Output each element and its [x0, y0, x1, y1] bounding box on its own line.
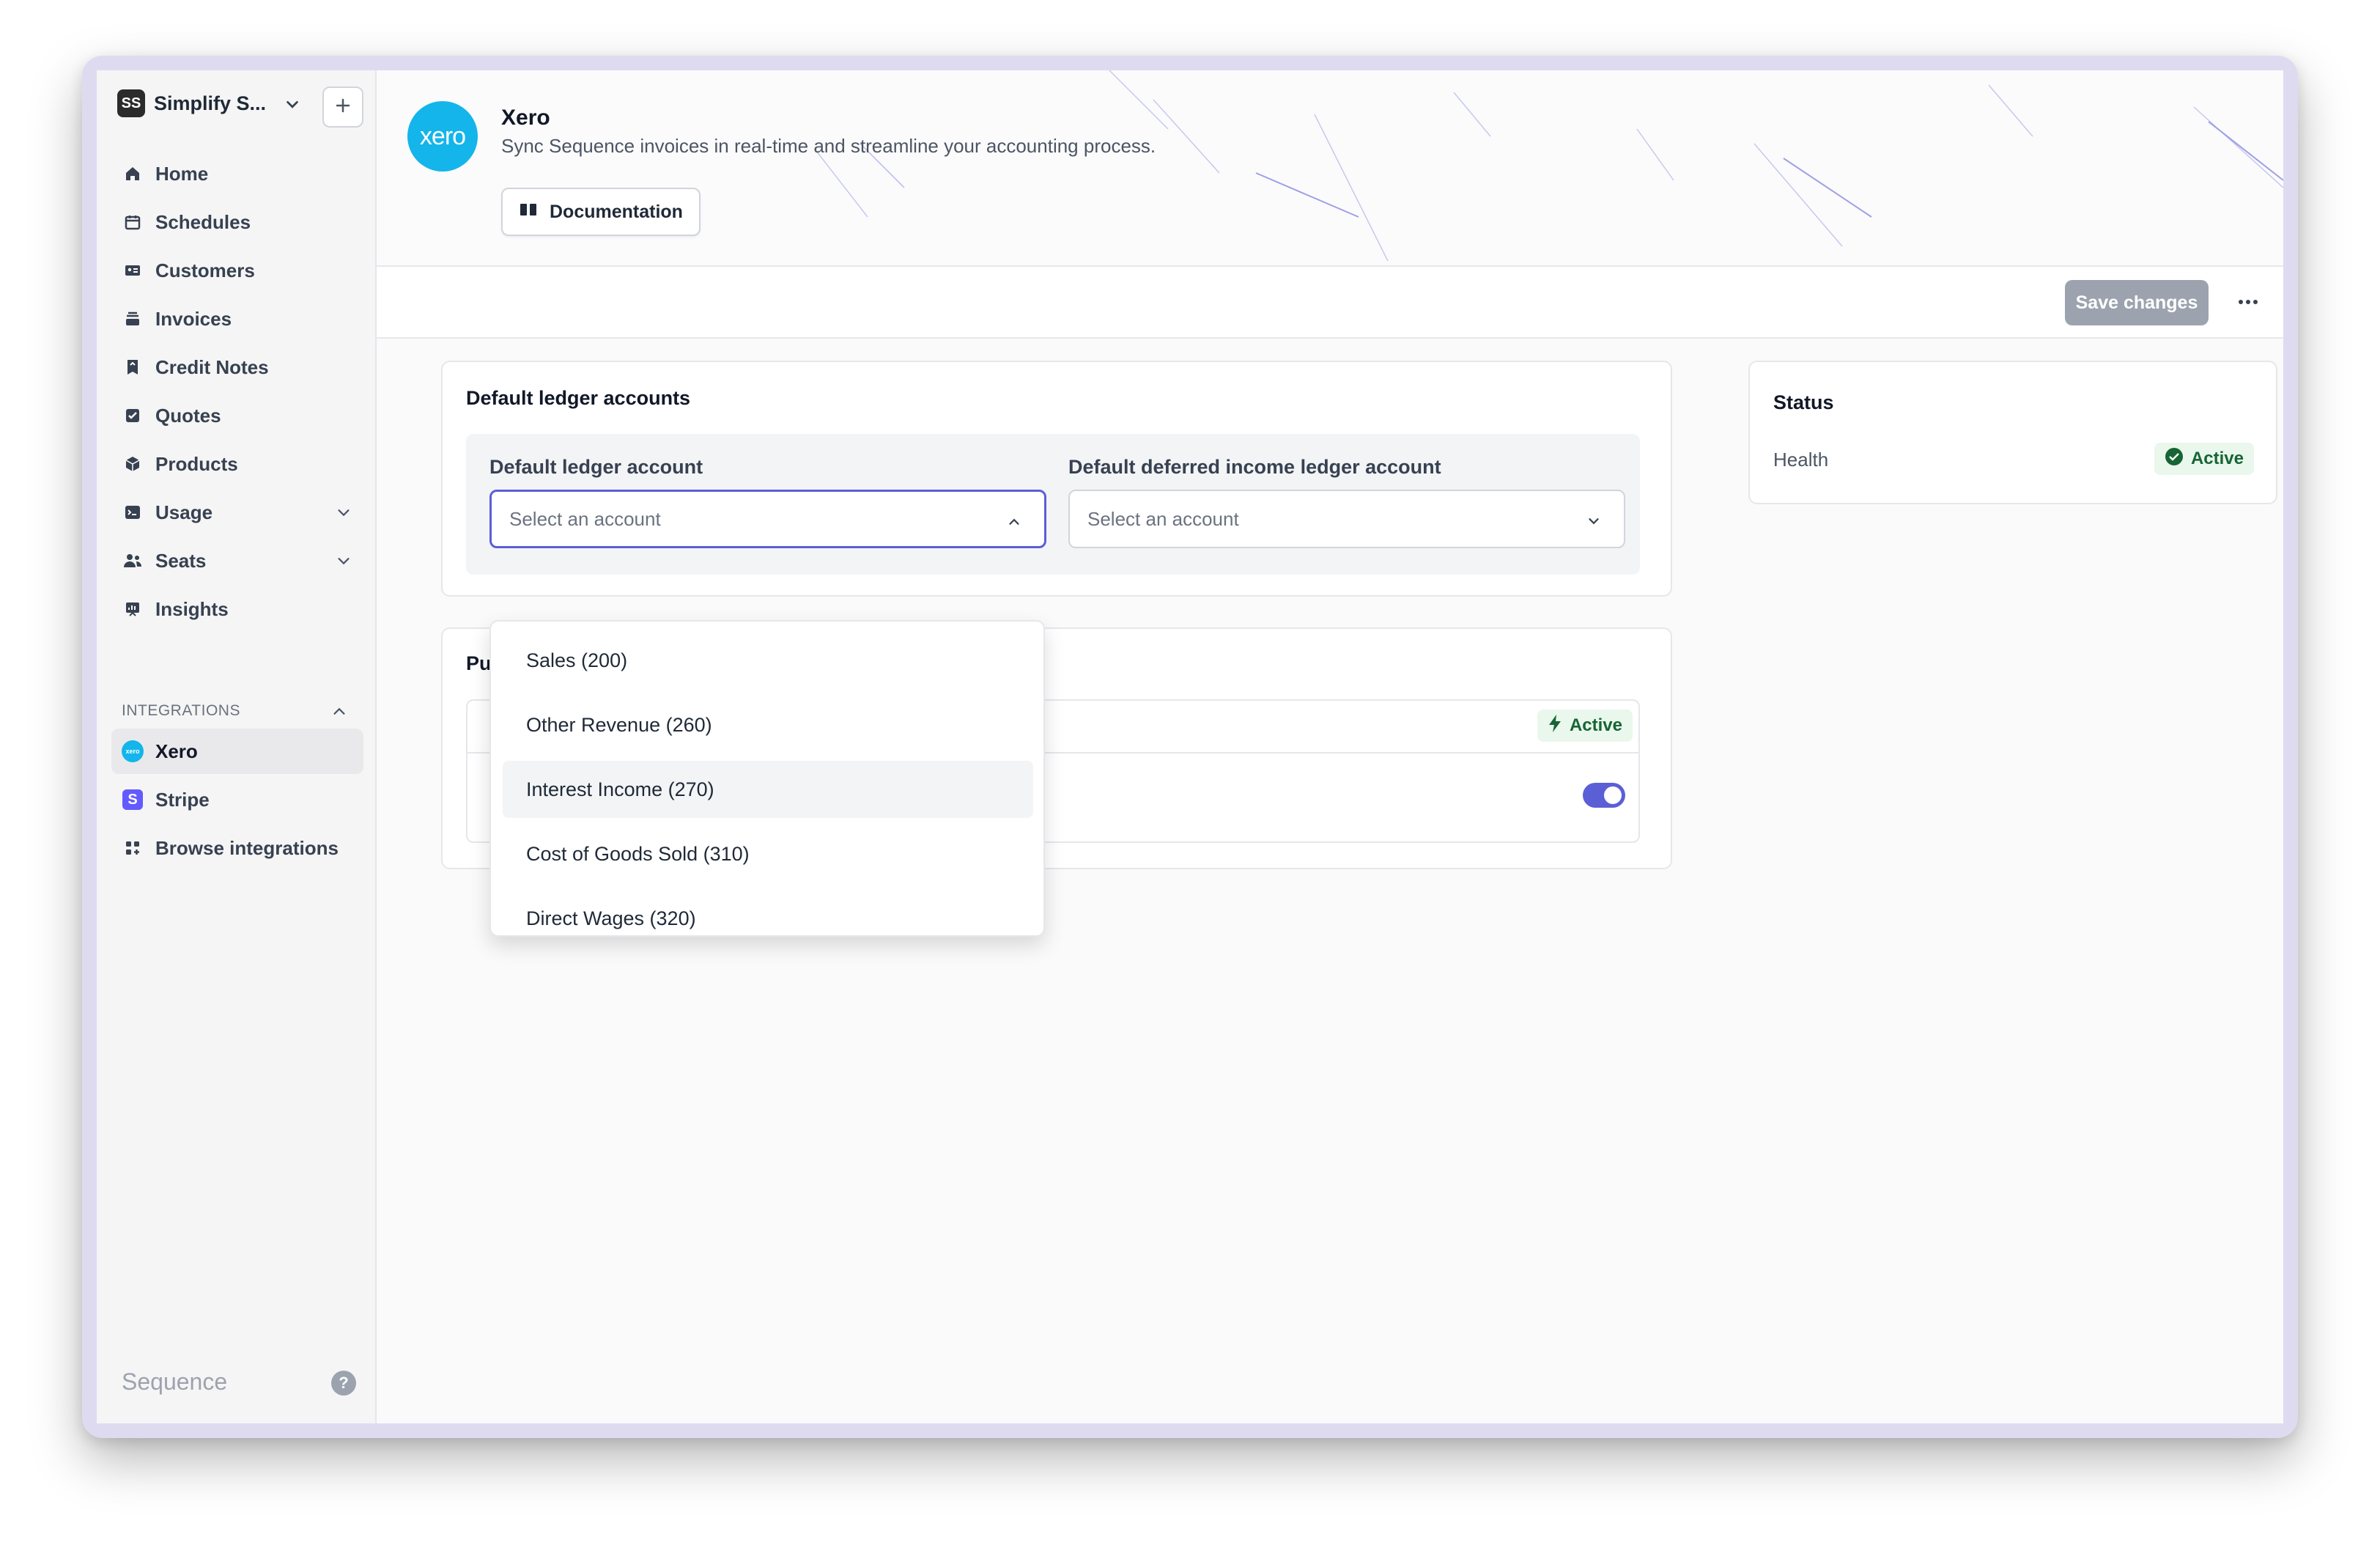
- dropdown-option[interactable]: Cost of Goods Sold (310): [503, 825, 1033, 882]
- plus-icon: [334, 97, 352, 118]
- account-dropdown: Sales (200) Other Revenue (260) Interest…: [489, 620, 1045, 937]
- id-card-icon: [122, 259, 144, 281]
- main-content: xero Xero Sync Sequence invoices in real…: [377, 70, 2283, 1423]
- sidebar-item-seats[interactable]: Seats: [111, 538, 363, 583]
- ledger-fields-panel: Default ledger account Select an account…: [466, 434, 1640, 575]
- more-options-icon[interactable]: [2233, 287, 2263, 317]
- deferred-income-label: Default deferred income ledger account: [1068, 456, 1441, 478]
- dropdown-option[interactable]: Other Revenue (260): [503, 696, 1033, 753]
- sidebar-item-label: Insights: [155, 597, 229, 620]
- add-button[interactable]: [322, 86, 363, 128]
- sidebar: SS Simplify S... Home Schedules Customer…: [97, 70, 377, 1423]
- chevron-down-icon[interactable]: [336, 503, 352, 526]
- chevron-down-icon[interactable]: [336, 551, 352, 574]
- sidebar-item-customers[interactable]: Customers: [111, 248, 363, 293]
- health-status-badge: Active: [2154, 443, 2254, 475]
- chevron-up-icon[interactable]: [331, 704, 347, 723]
- sidebar-item-browse-integrations[interactable]: Browse integrations: [111, 825, 363, 871]
- check-circle-icon: [2165, 447, 2184, 471]
- grid-plus-icon: [122, 837, 144, 859]
- sidebar-item-invoices[interactable]: Invoices: [111, 296, 363, 342]
- sidebar-item-label: Credit Notes: [155, 355, 269, 378]
- header-decoration: [816, 70, 2283, 262]
- sidebar-item-label: Quotes: [155, 404, 221, 427]
- sidebar-item-products[interactable]: Products: [111, 441, 363, 487]
- chevron-down-icon: [1586, 512, 1602, 534]
- xero-logo: xero: [407, 101, 478, 172]
- deferred-income-select[interactable]: Select an account: [1068, 490, 1625, 548]
- home-icon: [122, 163, 144, 185]
- sidebar-item-label: Products: [155, 452, 238, 475]
- status-badge: Active: [1537, 710, 1633, 742]
- integrations-section-label: INTEGRATIONS: [122, 702, 240, 719]
- sidebar-nav: Home Schedules Customers Invoices Credit…: [111, 151, 363, 635]
- page-title: Xero: [501, 106, 550, 130]
- lightning-icon: [1548, 714, 1562, 738]
- sidebar-item-usage[interactable]: Usage: [111, 490, 363, 535]
- stripe-icon: S: [122, 789, 144, 811]
- sidebar-item-label: Seats: [155, 549, 207, 572]
- sidebar-item-home[interactable]: Home: [111, 151, 363, 196]
- publish-card-title: Pu: [466, 652, 492, 674]
- brand-logo: Sequence: [122, 1368, 228, 1395]
- integration-header: xero Xero Sync Sequence invoices in real…: [377, 70, 2283, 267]
- chevron-down-icon[interactable]: [284, 97, 300, 117]
- sidebar-item-quotes[interactable]: Quotes: [111, 393, 363, 438]
- dropdown-option[interactable]: Sales (200): [503, 632, 1033, 689]
- save-button[interactable]: Save changes: [2065, 280, 2209, 325]
- org-switcher[interactable]: SS Simplify S...: [117, 89, 266, 117]
- sidebar-item-label: Xero: [155, 740, 198, 762]
- app-window: SS Simplify S... Home Schedules Customer…: [82, 56, 2298, 1438]
- toggle-knob: [1604, 786, 1622, 804]
- documentation-label: Documentation: [550, 201, 683, 222]
- chevron-up-icon: [1006, 512, 1022, 535]
- dropdown-option[interactable]: Direct Wages (320): [503, 890, 1033, 935]
- select-placeholder: Select an account: [509, 507, 661, 530]
- terminal-icon: [122, 501, 144, 523]
- help-icon[interactable]: ?: [331, 1371, 356, 1396]
- status-card: Status Health Active: [1748, 361, 2277, 504]
- chart-board-icon: [122, 598, 144, 620]
- sidebar-item-label: Stripe: [155, 788, 210, 811]
- dropdown-option-highlighted[interactable]: Interest Income (270): [503, 761, 1033, 818]
- org-name: Simplify S...: [154, 92, 267, 114]
- sidebar-item-label: Invoices: [155, 307, 232, 330]
- quote-check-icon: [122, 405, 144, 427]
- sidebar-item-stripe[interactable]: S Stripe: [111, 777, 363, 822]
- toolbar: Save changes: [377, 267, 2283, 339]
- ledger-card-title: Default ledger accounts: [466, 387, 691, 409]
- invoice-stack-icon: [122, 308, 144, 330]
- health-status-label: Active: [2190, 449, 2244, 468]
- sidebar-item-schedules[interactable]: Schedules: [111, 199, 363, 245]
- default-ledger-select[interactable]: Select an account: [489, 490, 1046, 548]
- documentation-button[interactable]: Documentation: [501, 188, 701, 236]
- status-badge-label: Active: [1569, 715, 1622, 735]
- sidebar-item-label: Schedules: [155, 210, 251, 233]
- credit-note-icon: [122, 356, 144, 378]
- app-frame: SS Simplify S... Home Schedules Customer…: [97, 70, 2283, 1423]
- book-icon: [519, 202, 538, 223]
- page-description: Sync Sequence invoices in real-time and …: [501, 135, 1156, 157]
- integrations-nav: xero Xero S Stripe Browse integrations: [111, 729, 363, 874]
- org-avatar: SS: [117, 89, 145, 117]
- sidebar-item-credit-notes[interactable]: Credit Notes: [111, 344, 363, 390]
- ledger-accounts-card: Default ledger accounts Default ledger a…: [441, 361, 1672, 597]
- cube-icon: [122, 453, 144, 475]
- default-ledger-label: Default ledger account: [489, 456, 703, 478]
- xero-icon: xero: [122, 740, 144, 762]
- sidebar-item-xero[interactable]: xero Xero: [111, 729, 363, 774]
- sidebar-item-insights[interactable]: Insights: [111, 586, 363, 632]
- status-card-title: Status: [1773, 391, 1834, 413]
- publish-toggle[interactable]: [1583, 783, 1625, 808]
- sidebar-item-label: Customers: [155, 259, 255, 281]
- calendar-icon: [122, 211, 144, 233]
- select-placeholder: Select an account: [1087, 507, 1239, 530]
- sidebar-item-label: Usage: [155, 501, 213, 523]
- users-icon: [122, 550, 144, 572]
- sidebar-item-label: Browse integrations: [155, 836, 339, 859]
- health-label: Health: [1773, 449, 1829, 471]
- sidebar-item-label: Home: [155, 162, 209, 185]
